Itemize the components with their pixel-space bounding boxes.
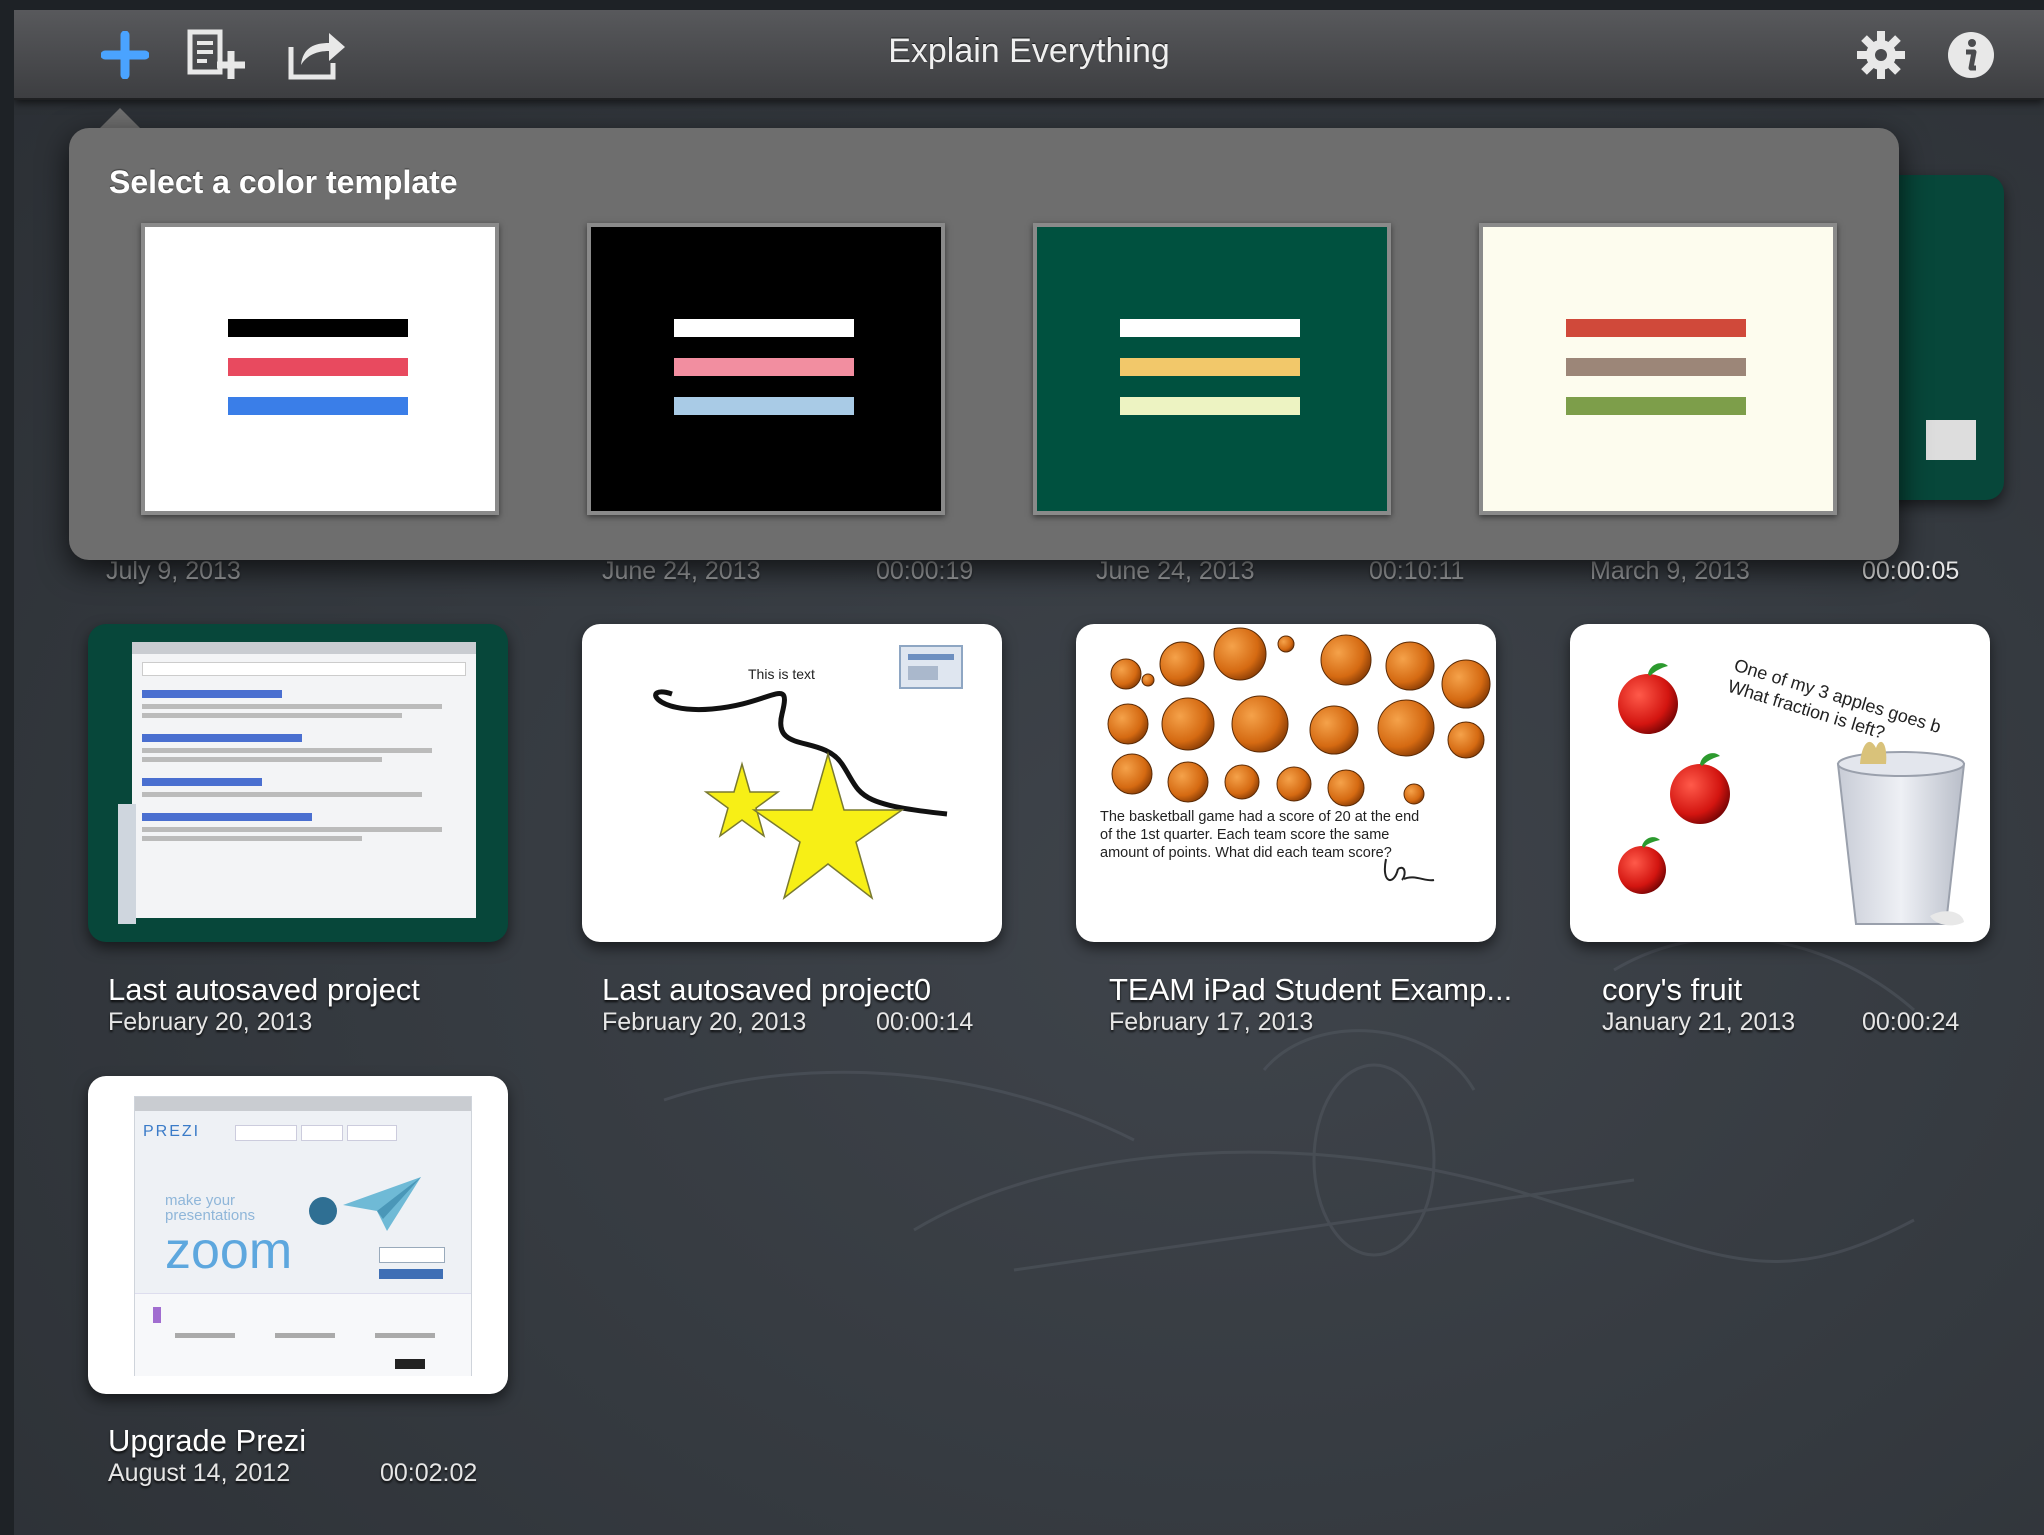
thumb-zoom-text: zoom <box>165 1222 293 1280</box>
template-cream[interactable] <box>1479 223 1837 515</box>
template-line <box>1566 358 1746 376</box>
template-line <box>228 319 408 337</box>
template-line <box>1120 319 1300 337</box>
info-button[interactable] <box>1940 26 2002 84</box>
project-duration: 00:00:24 <box>1862 1008 1960 1036</box>
template-line <box>228 397 408 415</box>
thumb-web-preview: PREZI make your presentations zoom <box>134 1096 472 1376</box>
info-icon <box>1948 32 1994 78</box>
template-line <box>674 319 854 337</box>
project-title: cory's fruit <box>1602 972 1743 1007</box>
template-line <box>674 397 854 415</box>
project-duration: 00:02:02 <box>380 1459 478 1487</box>
project-duration: 00:00:14 <box>876 1008 974 1036</box>
project-date: February 20, 2013 <box>108 1008 313 1036</box>
thumb-text: This is text <box>748 666 815 682</box>
project-title: Last autosaved project <box>108 972 420 1007</box>
project-date: July 9, 2013 <box>106 557 241 585</box>
project-date: June 24, 2013 <box>1096 557 1255 585</box>
template-line <box>1566 397 1746 415</box>
thumb-logo: PREZI <box>143 1123 201 1140</box>
template-green[interactable] <box>1033 223 1391 515</box>
paper-plane-icon <box>343 1177 421 1231</box>
project-thumbnail-upgrade-prezi[interactable]: PREZI make your presentations zoom <box>88 1076 508 1394</box>
project-date: January 21, 2013 <box>1602 1008 1796 1036</box>
top-toolbar: Explain Everything <box>14 10 2044 100</box>
project-duration: 00:00:19 <box>876 557 974 585</box>
project-thumbnail-team-ipad[interactable]: The basketball game had a score of 20 at… <box>1076 624 1496 942</box>
project-date: February 20, 2013 <box>602 1008 807 1036</box>
thumb-preview <box>1926 420 1976 460</box>
thumb-text: The basketball game had a score of 20 at… <box>1100 809 1420 861</box>
thumb-basketballs <box>1107 627 1491 882</box>
project-duration: 00:10:11 <box>1369 557 1465 585</box>
template-line <box>1566 319 1746 337</box>
project-title: TEAM iPad Student Examp... <box>1109 972 1513 1007</box>
settings-button[interactable] <box>1850 26 1912 84</box>
project-date: February 17, 2013 <box>1109 1008 1314 1036</box>
popover-title: Select a color template <box>109 164 458 200</box>
thumb-browser-preview <box>132 642 476 918</box>
project-title: Last autosaved project0 <box>602 972 932 1007</box>
gear-icon <box>1857 31 1905 79</box>
app-title: Explain Everything <box>888 32 1170 70</box>
template-line <box>1120 397 1300 415</box>
project-thumbnail-corys-fruit[interactable]: One of my 3 apples goes b What fraction … <box>1570 624 1990 942</box>
template-line <box>1120 358 1300 376</box>
template-line <box>228 358 408 376</box>
app-window: Explain Everything July 9, 2013 June 24,… <box>14 10 2044 1535</box>
project-duration: 00:00:05 <box>1862 557 1960 585</box>
popover-arrow <box>98 108 142 130</box>
project-title: Upgrade Prezi <box>108 1423 307 1458</box>
template-black[interactable] <box>587 223 945 515</box>
project-date: June 24, 2013 <box>602 557 761 585</box>
template-white[interactable] <box>141 223 499 515</box>
thumb-sidebar-strip <box>118 804 136 924</box>
project-date: March 9, 2013 <box>1590 557 1750 585</box>
project-thumbnail-last-autosaved-0[interactable]: This is text <box>582 624 1002 942</box>
template-line <box>674 358 854 376</box>
thumb-subtext: make your presentations <box>165 1192 256 1224</box>
color-template-popover: Select a color template <box>69 128 1899 560</box>
project-date: August 14, 2012 <box>108 1459 291 1487</box>
project-thumbnail-last-autosaved[interactable] <box>88 624 508 942</box>
